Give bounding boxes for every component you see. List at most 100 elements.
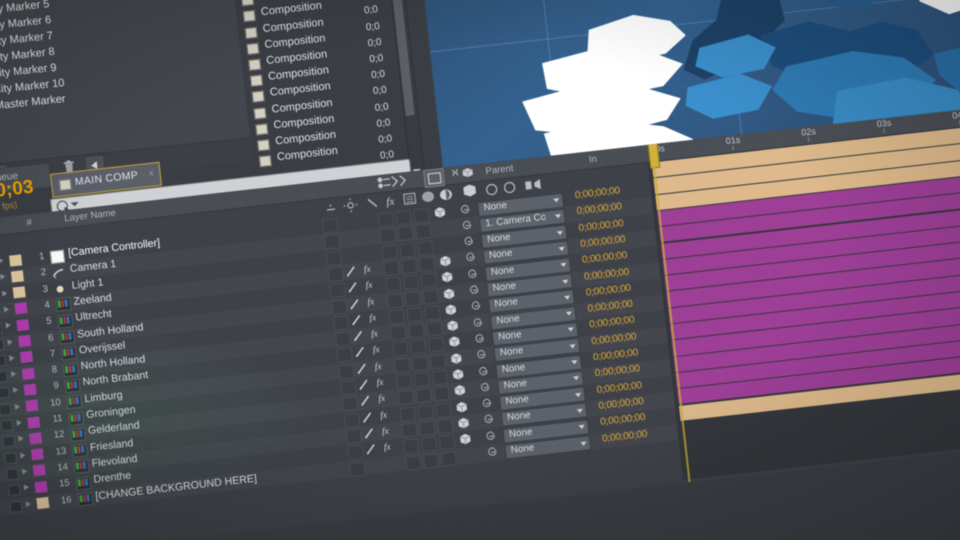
chevron-down-icon[interactable]	[571, 360, 578, 365]
chevron-down-icon[interactable]	[560, 262, 567, 268]
layer-expand-arrow-icon[interactable]	[5, 322, 12, 329]
layer-visibility-toggle[interactable]	[0, 403, 12, 416]
chevron-down-icon[interactable]	[578, 424, 585, 430]
layer-visibility-toggle[interactable]	[0, 370, 9, 384]
layer-visibility-toggle[interactable]	[0, 419, 14, 432]
parent-pickwhip-icon[interactable]	[481, 397, 493, 409]
layer-expand-arrow-icon[interactable]	[1, 289, 8, 297]
layer-in-time[interactable]: 0;00;00;00	[585, 282, 631, 298]
layer-visibility-toggle[interactable]	[0, 338, 5, 351]
layer-color-swatch[interactable]	[19, 351, 34, 364]
layer-color-swatch[interactable]	[23, 383, 37, 396]
layer-color-swatch[interactable]	[30, 448, 44, 461]
chevron-down-icon[interactable]	[574, 392, 582, 398]
layer-expand-arrow-icon[interactable]	[9, 354, 15, 362]
chevron-down-icon[interactable]	[556, 230, 564, 236]
layer-expand-arrow-icon[interactable]	[0, 273, 6, 281]
layer-visibility-toggle[interactable]	[9, 500, 23, 513]
layer-in-time[interactable]: 0;00;00;00	[582, 250, 628, 266]
parent-pickwhip-icon[interactable]	[468, 284, 480, 296]
layer-in-time[interactable]: 0;00;00;00	[580, 234, 626, 250]
chevron-down-icon[interactable]	[554, 214, 562, 219]
layer-visibility-toggle[interactable]	[4, 451, 18, 465]
layer-color-swatch[interactable]	[36, 496, 50, 510]
parent-pickwhip-icon[interactable]	[463, 235, 475, 247]
layer-expand-arrow-icon[interactable]	[14, 403, 21, 410]
chevron-down-icon[interactable]	[564, 295, 571, 300]
parent-pickwhip-icon[interactable]	[483, 413, 495, 425]
parent-pickwhip-icon[interactable]	[466, 267, 478, 279]
layer-name[interactable]: Overijssel	[78, 339, 126, 356]
layer-color-swatch[interactable]	[16, 318, 30, 331]
layer-expand-arrow-icon[interactable]	[20, 451, 26, 459]
chevron-down-icon[interactable]	[580, 441, 587, 446]
timeline-bars-area[interactable]	[647, 122, 960, 480]
layer-visibility-toggle[interactable]	[7, 484, 21, 497]
layer-expand-arrow-icon[interactable]	[3, 305, 10, 313]
layer-color-swatch[interactable]	[18, 334, 32, 348]
chevron-down-icon[interactable]	[565, 311, 573, 317]
layer-visibility-toggle[interactable]	[0, 354, 7, 367]
layer-color-swatch[interactable]	[25, 399, 39, 412]
parent-pickwhip-icon[interactable]	[461, 219, 473, 231]
parent-pickwhip-icon[interactable]	[477, 365, 489, 377]
layer-in-time[interactable]: 0;00;00;00	[594, 363, 640, 379]
layer-name[interactable]: Limburg	[84, 389, 123, 405]
layer-color-swatch[interactable]	[21, 367, 35, 380]
layer-name[interactable]: Camera 1	[69, 258, 117, 275]
layer-in-time[interactable]: 0;00;00;00	[574, 185, 620, 201]
layer-expand-arrow-icon[interactable]	[12, 386, 19, 394]
layer-in-time[interactable]: 0;00;00;00	[578, 218, 624, 234]
chevron-down-icon[interactable]	[567, 327, 575, 333]
layer-name[interactable]: Friesland	[89, 437, 134, 454]
layer-color-swatch[interactable]	[34, 480, 48, 493]
chevron-down-icon[interactable]	[573, 376, 580, 381]
layer-expand-arrow-icon[interactable]	[21, 467, 28, 475]
chevron-down-icon[interactable]	[70, 201, 79, 207]
close-icon[interactable]: x	[148, 167, 154, 177]
layer-name[interactable]: Ultrecht	[75, 308, 113, 324]
layer-in-time[interactable]: 0;00;00;00	[576, 201, 622, 217]
layer-color-swatch[interactable]	[32, 464, 46, 477]
chevron-down-icon[interactable]	[576, 408, 584, 414]
layer-visibility-toggle[interactable]	[0, 386, 10, 400]
layer-color-swatch[interactable]	[14, 302, 28, 315]
parent-pickwhip-icon[interactable]	[474, 332, 486, 344]
chevron-down-icon[interactable]	[562, 279, 569, 284]
layer-visibility-toggle[interactable]	[0, 322, 3, 335]
chevron-down-icon[interactable]	[553, 198, 560, 203]
layer-color-swatch[interactable]	[27, 415, 41, 429]
layer-color-swatch[interactable]	[9, 253, 23, 267]
layer-name[interactable]: Light 1	[71, 276, 104, 291]
chevron-down-icon[interactable]	[558, 246, 565, 252]
layer-in-time[interactable]: 0;00;00;00	[600, 412, 646, 428]
motion-blur-toggle-icon[interactable]	[423, 167, 445, 188]
parent-pickwhip-icon[interactable]	[472, 316, 484, 328]
layer-name[interactable]: Zeeland	[73, 291, 112, 307]
layer-expand-arrow-icon[interactable]	[7, 338, 13, 345]
parent-pickwhip-icon[interactable]	[475, 348, 487, 360]
chevron-down-icon[interactable]	[569, 343, 576, 349]
parent-pickwhip-icon[interactable]	[459, 203, 471, 215]
layer-color-swatch[interactable]	[12, 286, 26, 299]
layer-in-time[interactable]: 0;00;00;00	[591, 331, 637, 347]
layer-name[interactable]: Groningen	[86, 404, 137, 421]
layer-expand-arrow-icon[interactable]	[10, 370, 17, 378]
layer-in-time[interactable]: 0;00;00;00	[589, 315, 635, 331]
layer-in-time[interactable]: 0;00;00;00	[602, 428, 648, 444]
layer-visibility-toggle[interactable]	[2, 435, 16, 448]
parent-pickwhip-icon[interactable]	[465, 251, 477, 263]
layer-expand-arrow-icon[interactable]	[16, 419, 23, 426]
parent-pickwhip-icon[interactable]	[470, 300, 482, 312]
layer-name[interactable]: Drenthe	[93, 470, 132, 486]
layer-in-time[interactable]: 0;00;00;00	[583, 266, 629, 282]
parent-pickwhip-icon[interactable]	[479, 381, 491, 393]
layer-expand-arrow-icon[interactable]	[0, 257, 4, 264]
layer-expand-arrow-icon[interactable]	[25, 500, 32, 507]
layer-in-time[interactable]: 0;00;00;00	[598, 396, 644, 412]
layer-expand-arrow-icon[interactable]	[18, 435, 24, 443]
layer-in-time[interactable]: 0;00;00;00	[587, 299, 633, 315]
layer-name[interactable]: Flevoland	[91, 453, 138, 470]
layer-color-swatch[interactable]	[28, 432, 43, 445]
parent-pickwhip-icon[interactable]	[485, 429, 497, 441]
